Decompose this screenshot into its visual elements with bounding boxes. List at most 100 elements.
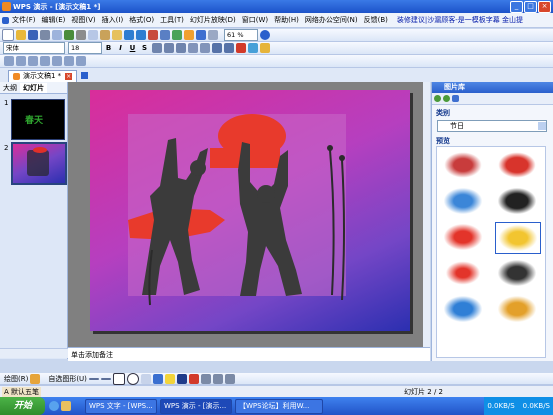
menu-file[interactable]: 文件(F) xyxy=(9,15,39,25)
expand-icon[interactable] xyxy=(64,56,74,66)
open-icon[interactable] xyxy=(16,30,26,40)
animation-icon[interactable] xyxy=(260,43,270,53)
help-icon[interactable] xyxy=(260,30,270,40)
font-color-icon[interactable] xyxy=(236,43,246,53)
home-icon[interactable] xyxy=(452,95,459,102)
clipart-item[interactable] xyxy=(441,258,485,288)
preview-icon[interactable] xyxy=(52,30,62,40)
back-icon[interactable] xyxy=(434,95,441,102)
hyperlink-icon[interactable] xyxy=(196,30,206,40)
new-icon[interactable] xyxy=(2,29,14,41)
print-icon[interactable] xyxy=(40,30,50,40)
line-color-icon[interactable] xyxy=(176,373,187,384)
menu-edit[interactable]: 编辑(E) xyxy=(39,15,69,25)
italic-button[interactable]: I xyxy=(115,43,126,53)
menu-window[interactable]: 窗口(W) xyxy=(239,15,271,25)
design-icon[interactable] xyxy=(248,43,258,53)
redo-icon[interactable] xyxy=(136,30,146,40)
rectangle-icon[interactable] xyxy=(112,372,125,385)
input-method-indicator[interactable]: A 默认五笔 xyxy=(2,386,42,397)
clipart-item[interactable] xyxy=(495,294,539,324)
undo-icon[interactable] xyxy=(124,30,134,40)
outline-promote-icon[interactable] xyxy=(4,56,14,66)
tab-slides[interactable]: 幻灯片 xyxy=(20,82,47,93)
font-size-select[interactable]: 18 xyxy=(68,42,102,54)
new-tab-icon[interactable] xyxy=(81,71,89,79)
wordart-icon[interactable] xyxy=(152,373,163,384)
collapse-icon[interactable] xyxy=(52,56,62,66)
close-button[interactable]: × xyxy=(538,0,551,13)
minimize-button[interactable]: _ xyxy=(510,0,523,13)
quicklaunch-ie-icon[interactable] xyxy=(49,401,59,411)
category-select[interactable]: 节日 xyxy=(437,120,547,132)
shadow-style-icon[interactable] xyxy=(224,373,235,384)
line-icon[interactable] xyxy=(88,377,99,380)
current-slide[interactable] xyxy=(90,90,410,331)
forward-icon[interactable] xyxy=(443,95,450,102)
clipart-item[interactable] xyxy=(441,222,485,252)
save-icon[interactable] xyxy=(28,30,38,40)
font-grow-icon[interactable] xyxy=(212,43,222,53)
move-up-icon[interactable] xyxy=(28,56,38,66)
tab-outline[interactable]: 大纲 xyxy=(0,83,20,93)
clipart-item[interactable] xyxy=(441,186,485,216)
clipart-item-selected[interactable] xyxy=(495,222,541,254)
cut-icon[interactable] xyxy=(76,30,86,40)
grid-icon[interactable] xyxy=(208,30,218,40)
notes-pane[interactable]: 单击添加备注 xyxy=(68,347,430,361)
taskbar-wps-presentation[interactable]: WPS 演示 - [演示... xyxy=(160,398,232,414)
slide-thumbnail-2[interactable] xyxy=(11,142,67,185)
menu-tools[interactable]: 工具(T) xyxy=(157,15,187,25)
insert-table-icon[interactable] xyxy=(160,30,170,40)
menu-feedback[interactable]: 反馈(B) xyxy=(361,15,391,25)
arrow-icon[interactable] xyxy=(100,377,111,380)
menu-help[interactable]: 帮助(H) xyxy=(271,15,302,25)
clipart-item[interactable] xyxy=(495,186,539,216)
paste-icon[interactable] xyxy=(100,30,110,40)
maximize-button[interactable]: □ xyxy=(524,0,537,13)
font-shrink-icon[interactable] xyxy=(224,43,234,53)
slide-thumbnail-1[interactable]: 春天 xyxy=(11,99,65,140)
autoshape-menu[interactable]: 自选图形(U) xyxy=(48,374,87,384)
clipart-item[interactable] xyxy=(441,150,485,180)
tab-document[interactable]: 演示文稿1 * × xyxy=(8,69,78,83)
dash-style-icon[interactable] xyxy=(212,373,223,384)
shadow-button[interactable]: S xyxy=(139,43,150,53)
ad-banner[interactable]: 装修建议|沙漏顾客-是一模板字幕 金山提 xyxy=(397,15,523,25)
clipart-item[interactable] xyxy=(495,258,539,288)
menu-insert[interactable]: 插入(I) xyxy=(99,15,127,25)
select-pointer-icon[interactable] xyxy=(30,373,41,384)
menu-view[interactable]: 视图(V) xyxy=(68,15,98,25)
fill-color-icon[interactable] xyxy=(164,373,175,384)
show-formatting-icon[interactable] xyxy=(76,56,86,66)
insert-chart-icon[interactable] xyxy=(148,30,158,40)
textbox-icon[interactable] xyxy=(140,373,151,384)
copy-icon[interactable] xyxy=(88,30,98,40)
font-color-draw-icon[interactable] xyxy=(188,373,199,384)
tab-close-icon[interactable]: × xyxy=(65,73,73,80)
outline-demote-icon[interactable] xyxy=(16,56,26,66)
new-slide-icon[interactable] xyxy=(184,30,194,40)
line-style-icon[interactable] xyxy=(200,373,211,384)
zoom-select[interactable]: 61 % xyxy=(224,29,258,41)
quicklaunch-desktop-icon[interactable] xyxy=(61,401,71,411)
taskbar-wps-writer[interactable]: WPS 文字 - [WPS... xyxy=(85,398,157,414)
menu-network[interactable]: 网络办公空间(N) xyxy=(302,15,361,25)
clipart-item[interactable] xyxy=(495,150,539,180)
vertical-scrollbar[interactable] xyxy=(423,82,430,347)
menu-slideshow[interactable]: 幻灯片放映(D) xyxy=(187,15,239,25)
clipart-item[interactable] xyxy=(441,294,485,324)
align-center-icon[interactable] xyxy=(164,43,174,53)
align-left-icon[interactable] xyxy=(152,43,162,53)
draw-menu[interactable]: 绘图(R) xyxy=(4,374,28,384)
move-down-icon[interactable] xyxy=(40,56,50,66)
align-right-icon[interactable] xyxy=(176,43,186,53)
font-name-select[interactable]: 宋体 xyxy=(3,42,65,54)
ellipse-icon[interactable] xyxy=(126,372,139,385)
underline-button[interactable]: U xyxy=(127,43,138,53)
spellcheck-icon[interactable] xyxy=(64,30,74,40)
left-panel-scrollbar[interactable] xyxy=(0,348,68,358)
numbering-icon[interactable] xyxy=(188,43,198,53)
menu-format[interactable]: 格式(O) xyxy=(126,15,157,25)
bullets-icon[interactable] xyxy=(200,43,210,53)
